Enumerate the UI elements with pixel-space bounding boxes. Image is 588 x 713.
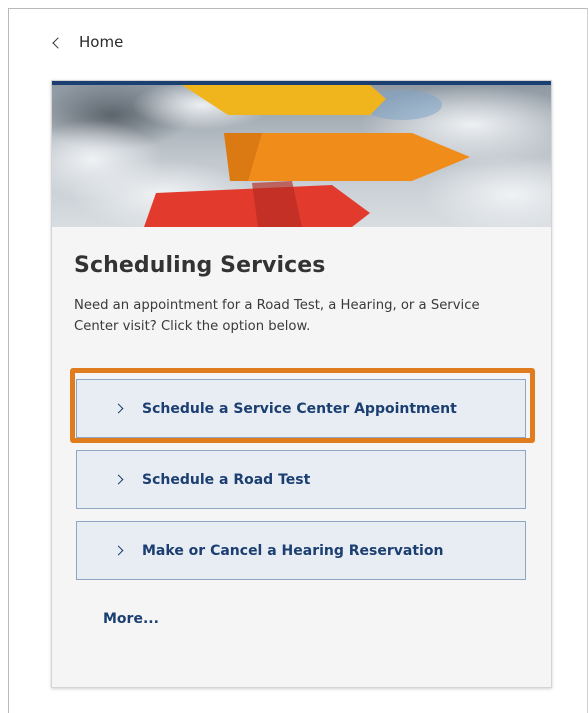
- scheduling-services-card: Scheduling Services Need an appointment …: [51, 80, 552, 688]
- section-description: Need an appointment for a Road Test, a H…: [74, 298, 480, 334]
- hearing-reservation-button[interactable]: Make or Cancel a Hearing Reservation: [76, 521, 526, 580]
- schedule-road-test-button[interactable]: Schedule a Road Test: [76, 450, 526, 509]
- schedule-service-center-button[interactable]: Schedule a Service Center Appointment: [76, 379, 526, 438]
- chevron-right-icon: [113, 545, 124, 556]
- option-label: Schedule a Road Test: [142, 471, 311, 488]
- chevron-right-icon: [113, 403, 124, 414]
- more-link[interactable]: More...: [103, 611, 159, 627]
- section-title: Scheduling Services: [74, 253, 326, 278]
- signpost-hero-image: [52, 85, 551, 227]
- back-home-label: Home: [79, 33, 124, 51]
- chevron-right-icon: [113, 474, 124, 485]
- chevron-left-icon: [52, 36, 64, 49]
- option-label: Make or Cancel a Hearing Reservation: [142, 542, 444, 559]
- back-home-link[interactable]: Home: [52, 28, 124, 56]
- option-label: Schedule a Service Center Appointment: [142, 400, 457, 417]
